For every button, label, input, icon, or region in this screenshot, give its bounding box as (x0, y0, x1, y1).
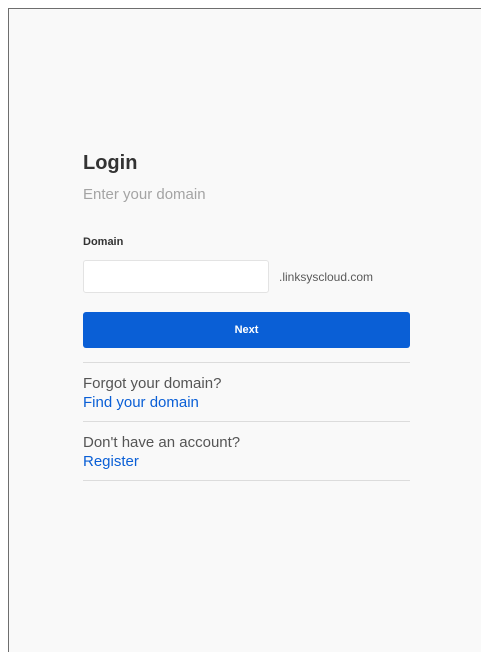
login-form: Login Enter your domain Domain .linksysc… (83, 151, 410, 481)
no-account-text: Don't have an account? (83, 434, 241, 451)
page-frame: Login Enter your domain Domain .linksysc… (8, 8, 481, 652)
divider (83, 480, 410, 481)
forgot-domain-section: Forgot your domain? Find your domain (83, 363, 410, 421)
register-section: Don't have an account? Register (83, 422, 410, 480)
domain-label: Domain (83, 236, 124, 248)
domain-row: .linksyscloud.com (83, 260, 410, 293)
domain-suffix: .linksyscloud.com (279, 269, 374, 284)
register-link[interactable]: Register (83, 452, 139, 471)
domain-input[interactable] (83, 260, 269, 293)
page-title: Login (83, 152, 138, 174)
next-button[interactable]: Next (83, 312, 410, 348)
page-subtitle: Enter your domain (83, 186, 206, 203)
forgot-domain-text: Forgot your domain? (83, 375, 222, 392)
find-domain-link[interactable]: Find your domain (83, 393, 199, 412)
